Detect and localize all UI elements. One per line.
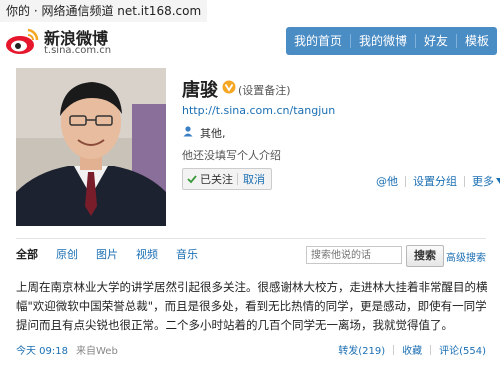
profile-actions: @他 设置分组 更多 xyxy=(376,173,500,189)
section-divider xyxy=(16,238,486,239)
advanced-search-link[interactable]: 高级搜索 xyxy=(446,249,486,264)
more-label: 更多 xyxy=(472,175,494,188)
profile-location: 其他, xyxy=(200,127,226,140)
caret-down-icon xyxy=(496,178,500,184)
meta-divider xyxy=(430,344,432,355)
mention-button[interactable]: @他 xyxy=(376,173,398,189)
more-menu-button[interactable]: 更多 xyxy=(472,173,500,189)
avatar-portrait xyxy=(16,68,166,226)
comment-button[interactable]: 评论(554) xyxy=(439,342,486,357)
nav-item-my-home[interactable]: 我的首页 xyxy=(286,27,350,55)
male-user-icon xyxy=(183,126,193,137)
top-bar: 新浪微博 t.sina.com.cn 我的首页 我的微博 好友 模板 xyxy=(0,22,500,60)
favorite-button[interactable]: 收藏 xyxy=(402,342,422,357)
tab-all[interactable]: 全部 xyxy=(16,246,38,262)
set-group-button[interactable]: 设置分组 xyxy=(413,173,457,189)
set-remark-link[interactable]: (设置备注) xyxy=(238,82,291,98)
main-nav: 我的首页 我的微博 好友 模板 xyxy=(286,27,498,55)
check-icon xyxy=(187,175,197,184)
followed-state: 已关注 xyxy=(183,171,237,187)
brand-url: t.sina.com.cn xyxy=(44,45,112,56)
profile-name: 唐骏 xyxy=(182,80,218,101)
tweet-actions: 转发(219) 收藏 评论(554) xyxy=(338,342,486,357)
meta-divider xyxy=(393,344,395,355)
tweet-meta: 今天 09:18 来自Web 转发(219) 收藏 评论(554) xyxy=(16,342,486,358)
profile-intro: 他还没填写个人介绍 xyxy=(182,149,281,162)
tweet-text: 上周在南京林业大学的讲学居然引起很多关注。很感谢林大校方，走进林大挂着非常醒目的… xyxy=(16,280,488,332)
tweet-source: 来自Web xyxy=(76,346,118,357)
brand-logo[interactable]: 新浪微博 t.sina.com.cn xyxy=(4,24,154,58)
unfollow-button[interactable]: 取消 xyxy=(238,171,270,187)
search-input[interactable] xyxy=(306,246,402,264)
tab-original[interactable]: 原创 xyxy=(56,246,78,262)
followed-label: 已关注 xyxy=(200,173,233,186)
tab-videos[interactable]: 视频 xyxy=(136,246,158,262)
profile-url-link[interactable]: http://t.sina.com.cn/tangjun xyxy=(182,104,335,117)
nav-item-friends[interactable]: 好友 xyxy=(416,27,456,55)
follow-status: 已关注 取消 xyxy=(182,168,272,190)
weibo-eye-icon xyxy=(6,28,39,54)
action-divider xyxy=(405,175,406,187)
tab-music[interactable]: 音乐 xyxy=(176,246,198,262)
feed-tabs: 全部 原创 图片 视频 音乐 xyxy=(16,246,216,262)
nav-item-templates[interactable]: 模板 xyxy=(457,27,497,55)
avatar[interactable] xyxy=(16,68,166,226)
search-button[interactable]: 搜索 xyxy=(406,245,444,267)
tab-pictures[interactable]: 图片 xyxy=(96,246,118,262)
nav-item-my-weibo[interactable]: 我的微博 xyxy=(351,27,415,55)
repost-button[interactable]: 转发(219) xyxy=(338,342,385,357)
tweet-time[interactable]: 今天 09:18 xyxy=(16,342,68,357)
verified-v-icon xyxy=(222,80,236,94)
action-divider xyxy=(464,175,465,187)
